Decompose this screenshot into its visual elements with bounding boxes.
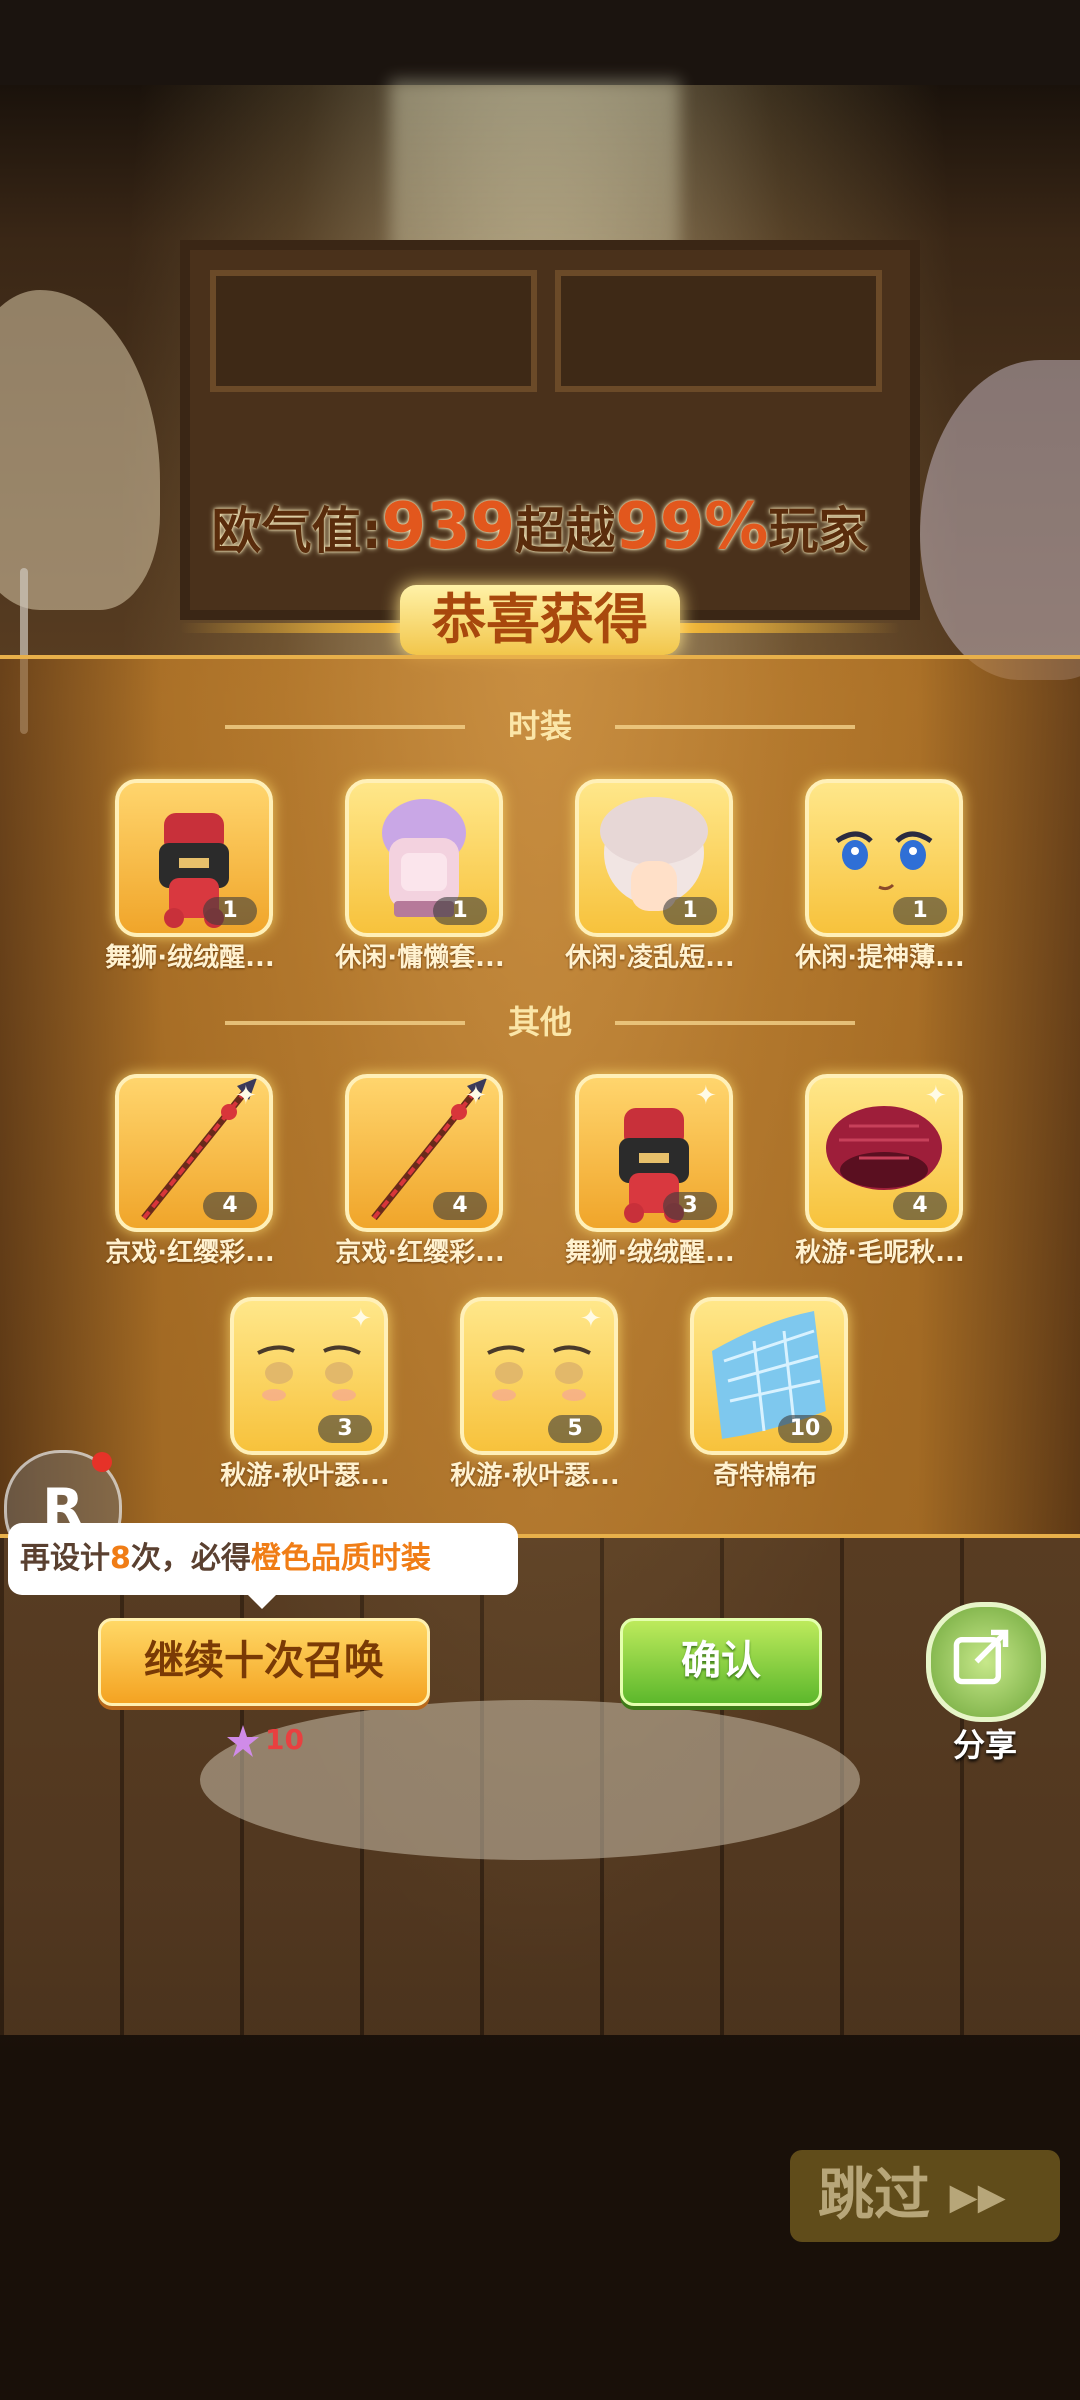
item-name: 秋游·秋叶瑟... [220, 1461, 390, 1491]
item-frame: ✦ 4 [805, 1074, 963, 1232]
tip-times: 8 [110, 1541, 131, 1576]
skip-label: 跳过 [818, 2163, 930, 2228]
item-frame: ✦ 5 [460, 1297, 618, 1455]
tip-quality: 橙色品质时装 [250, 1541, 431, 1576]
luck-prefix: 欧气值: [211, 502, 382, 560]
reward-item-other-6[interactable]: ✦ 5 秋游·秋叶瑟... [450, 1297, 620, 1497]
reward-item-other-3[interactable]: ✦ 3 舞狮·绒绒醒... [565, 1074, 735, 1274]
share-button[interactable] [926, 1602, 1046, 1722]
item-count: 10 [778, 1415, 832, 1443]
continue-ten-summon-button[interactable]: 继续十次召唤 [98, 1618, 430, 1706]
status-bar-area [0, 0, 1080, 85]
item-count: 5 [548, 1415, 602, 1443]
share-label: 分享 [952, 1726, 1017, 1764]
divider-line [225, 1021, 465, 1025]
item-name: 休闲·慵懒套... [335, 943, 505, 973]
item-frame: 1 [345, 779, 503, 937]
section-label-fashion: 时装 [507, 707, 572, 745]
sparkle-icon: ✦ [925, 1081, 947, 1111]
item-count: 4 [893, 1192, 947, 1220]
item-count: 4 [433, 1192, 487, 1220]
luck-value-banner: 欧气值:939超越99%玩家 [0, 490, 1080, 564]
sparkle-icon: ✦ [465, 1081, 487, 1111]
item-name: 休闲·提神薄... [795, 943, 965, 973]
reward-item-other-5[interactable]: ✦ 3 秋游·秋叶瑟... [220, 1297, 390, 1497]
wardrobe-door-right [555, 270, 882, 392]
wardrobe-door-left [210, 270, 537, 392]
skip-button[interactable]: 跳过 ▸▸ [790, 2150, 1060, 2242]
reward-item-fashion-3[interactable]: 1 休闲·凌乱短... [565, 779, 735, 979]
divider-line [225, 725, 465, 729]
gacha-result-screen: 欧气值:939超越99%玩家 恭喜获得 时装 1 舞狮·绒绒醒... 1 休闲·… [0, 0, 1080, 2400]
reward-item-other-2[interactable]: ✦ 4 京戏·红缨彩... [335, 1074, 505, 1274]
pity-tip-bubble: 再设计8次，必得橙色品质时装 [8, 1523, 518, 1609]
item-frame: ✦ 4 [115, 1074, 273, 1232]
reward-item-fashion-1[interactable]: 1 舞狮·绒绒醒... [105, 779, 275, 979]
item-frame: 10 [690, 1297, 848, 1455]
section-header-other: 其他 [0, 997, 1080, 1047]
background-character-left [0, 290, 160, 610]
item-name: 京戏·红缨彩... [335, 1238, 505, 1268]
item-count: 1 [663, 897, 717, 925]
item-frame: 1 [805, 779, 963, 937]
item-name: 秋游·毛呢秋... [795, 1238, 965, 1268]
luck-suffix: 玩家 [768, 502, 869, 560]
item-name: 京戏·红缨彩... [105, 1238, 275, 1268]
reward-item-fashion-4[interactable]: 1 休闲·提神薄... [795, 779, 965, 979]
sparkle-icon: ✦ [350, 1304, 372, 1334]
reward-item-other-1[interactable]: ✦ 4 京戏·红缨彩... [105, 1074, 275, 1274]
item-frame: ✦ 3 [575, 1074, 733, 1232]
item-name: 奇特棉布 [712, 1461, 817, 1491]
sparkle-icon: ✦ [235, 1081, 257, 1111]
sparkle-icon: ✦ [695, 1081, 717, 1111]
item-count: 1 [893, 897, 947, 925]
luck-mid: 超越 [515, 502, 616, 560]
sparkle-icon: ✦ [580, 1304, 602, 1334]
item-count: 3 [318, 1415, 372, 1443]
section-label-other: 其他 [507, 1003, 572, 1041]
reward-panel: 时装 1 舞狮·绒绒醒... 1 休闲·慵懒套... 1 休闲·凌乱短... 1… [0, 655, 1080, 1538]
item-name: 秋游·秋叶瑟... [450, 1461, 620, 1491]
item-frame: ✦ 4 [345, 1074, 503, 1232]
reward-item-fashion-2[interactable]: 1 休闲·慵懒套... [335, 779, 505, 979]
reward-item-other-7[interactable]: 10 奇特棉布 [680, 1297, 850, 1497]
reward-item-other-4[interactable]: ✦ 4 秋游·毛呢秋... [795, 1074, 965, 1274]
item-frame: ✦ 3 [230, 1297, 388, 1455]
divider-line [615, 1021, 855, 1025]
share-icon [953, 1629, 1009, 1685]
divider-line [615, 725, 855, 729]
item-name: 休闲·凌乱短... [565, 943, 735, 973]
item-name: 舞狮·绒绒醒... [565, 1238, 735, 1268]
confirm-button[interactable]: 确认 [620, 1618, 822, 1706]
reward-title: 恭喜获得 [400, 585, 680, 655]
tip-text-1: 再设计 [20, 1541, 110, 1576]
item-count: 4 [203, 1192, 257, 1220]
luck-percent: 99% [615, 490, 769, 564]
summon-cost-value: 10 [265, 1723, 304, 1756]
item-count: 3 [663, 1192, 717, 1220]
reward-title-banner: 恭喜获得 [180, 585, 900, 665]
tip-text-2: 次，必得 [130, 1541, 251, 1576]
section-header-fashion: 时装 [0, 701, 1080, 751]
item-name: 舞狮·绒绒醒... [105, 943, 275, 973]
item-frame: 1 [575, 779, 733, 937]
item-count: 1 [433, 897, 487, 925]
item-frame: 1 [115, 779, 273, 937]
notification-dot [92, 1452, 112, 1472]
wardrobe-background [180, 240, 920, 620]
luck-value: 939 [381, 490, 516, 564]
summon-cost: 10 [225, 1718, 304, 1762]
item-count: 1 [203, 897, 257, 925]
summon-ticket-icon [227, 1725, 259, 1757]
